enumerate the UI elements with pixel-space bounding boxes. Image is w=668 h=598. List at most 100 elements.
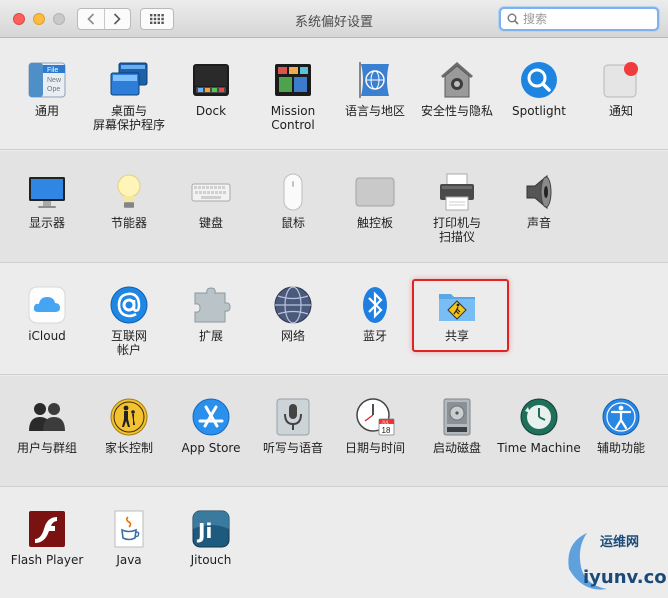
minimize-window-button[interactable] xyxy=(33,13,45,25)
pane-label: Flash Player xyxy=(10,553,84,567)
search-icon xyxy=(507,13,519,25)
notifications-icon xyxy=(601,60,641,100)
pane-java[interactable]: Java xyxy=(88,509,170,591)
pane-internet-accounts[interactable]: 互联网 帐户 xyxy=(88,285,170,367)
trackpad-icon xyxy=(355,172,395,212)
back-button[interactable] xyxy=(78,9,104,29)
pane-spotlight[interactable]: Spotlight xyxy=(498,60,580,142)
general-icon: File New Ope xyxy=(27,60,67,100)
grid-icon xyxy=(150,14,164,24)
pane-security-privacy[interactable]: 安全性与隐私 xyxy=(416,60,498,142)
energy-saver-icon xyxy=(109,172,149,212)
pane-startup-disk[interactable]: 启动磁盘 xyxy=(416,397,498,479)
pane-dock[interactable]: Dock xyxy=(170,60,252,142)
pane-time-machine[interactable]: Time Machine xyxy=(497,397,581,479)
time-machine-icon xyxy=(519,397,559,437)
pane-general[interactable]: File New Ope 通用 xyxy=(6,60,88,142)
pane-icloud[interactable]: iCloud xyxy=(6,285,88,367)
pane-displays[interactable]: 显示器 xyxy=(6,172,88,254)
show-all-button[interactable] xyxy=(140,8,174,30)
title-bar: 系统偏好设置 xyxy=(0,0,668,38)
zoom-window-button[interactable] xyxy=(53,13,65,25)
pane-label: 日期与时间 xyxy=(344,441,405,455)
pane-label: 节能器 xyxy=(110,216,147,230)
sharing-highlight-box xyxy=(412,279,509,352)
pane-desktop-screensaver[interactable]: 桌面与 屏幕保护程序 xyxy=(88,60,170,142)
svg-text:Ope: Ope xyxy=(47,86,60,93)
pane-notifications[interactable]: 通知 xyxy=(580,60,662,142)
forward-button[interactable] xyxy=(103,9,131,29)
pane-parental-controls[interactable]: 家长控制 xyxy=(88,397,170,479)
search-input[interactable] xyxy=(523,10,651,28)
pane-app-store[interactable]: App Store xyxy=(170,397,252,479)
pane-bluetooth[interactable]: 蓝牙 xyxy=(334,285,416,367)
svg-text:File: File xyxy=(47,67,58,74)
pane-label: 显示器 xyxy=(28,216,65,230)
pane-label: 用户与群组 xyxy=(16,441,77,455)
pane-keyboard[interactable]: 键盘 xyxy=(170,172,252,254)
pane-label: 桌面与 屏幕保护程序 xyxy=(92,104,165,132)
accessibility-icon xyxy=(601,397,641,437)
pane-language-region[interactable]: 语言与地区 xyxy=(334,60,416,142)
pane-sound[interactable]: 声音 xyxy=(498,172,580,254)
sound-icon xyxy=(519,172,559,212)
pane-network[interactable]: 网络 xyxy=(252,285,334,367)
svg-text:New: New xyxy=(47,77,62,84)
pane-label: 互联网 帐户 xyxy=(110,329,147,357)
pane-mouse[interactable]: 鼠标 xyxy=(252,172,334,254)
pane-accessibility[interactable]: 辅助功能 xyxy=(580,397,662,479)
pane-mission-control[interactable]: Mission Control xyxy=(252,60,334,142)
pane-label: 安全性与隐私 xyxy=(420,104,493,118)
network-icon xyxy=(273,285,313,325)
pane-label: 网络 xyxy=(280,329,305,343)
pane-dictation-speech[interactable]: 听写与语音 xyxy=(252,397,334,479)
pane-label: 听写与语音 xyxy=(262,441,323,455)
pane-label: 触控板 xyxy=(356,216,393,230)
pane-label: 通知 xyxy=(608,104,633,118)
pane-label: iCloud xyxy=(28,329,66,343)
printer-scanner-icon xyxy=(437,172,477,212)
spotlight-icon xyxy=(519,60,559,100)
pane-energy-saver[interactable]: 节能器 xyxy=(88,172,170,254)
back-forward-group xyxy=(77,8,131,30)
pane-label: 辅助功能 xyxy=(596,441,645,455)
icloud-icon xyxy=(27,285,67,325)
parental-controls-icon xyxy=(109,397,149,437)
bluetooth-icon xyxy=(355,285,395,325)
pane-jitouch[interactable]: Ji Jitouch xyxy=(170,509,252,591)
pane-label: App Store xyxy=(181,441,241,455)
pane-users-groups[interactable]: 用户与群组 xyxy=(6,397,88,479)
pane-printer-scanner[interactable]: 打印机与 扫描仪 xyxy=(416,172,498,254)
security-privacy-icon xyxy=(437,60,477,100)
keyboard-icon xyxy=(191,172,231,212)
internet-accounts-icon xyxy=(109,285,149,325)
chevron-right-icon xyxy=(114,13,121,25)
pane-label: 键盘 xyxy=(198,216,223,230)
pane-date-time[interactable]: JUL 18 日期与时间 xyxy=(334,397,416,479)
close-window-button[interactable] xyxy=(13,13,25,25)
app-store-icon xyxy=(191,397,231,437)
mission-control-icon xyxy=(273,60,313,100)
flash-player-icon xyxy=(27,509,67,549)
pane-label: 扩展 xyxy=(198,329,223,343)
pane-extensions[interactable]: 扩展 xyxy=(170,285,252,367)
pane-flash-player[interactable]: Flash Player xyxy=(6,509,88,591)
pane-label: 家长控制 xyxy=(104,441,153,455)
pane-label: Mission Control xyxy=(270,104,316,132)
pane-label: 鼠标 xyxy=(280,216,305,230)
search-field[interactable] xyxy=(499,7,659,31)
pane-trackpad[interactable]: 触控板 xyxy=(334,172,416,254)
pane-label: Spotlight xyxy=(512,104,566,118)
pane-label: 启动磁盘 xyxy=(432,441,481,455)
watermark-text-en: iyunv.com xyxy=(583,567,668,588)
mouse-icon xyxy=(273,172,313,212)
pane-label: 通用 xyxy=(34,104,59,118)
startup-disk-icon xyxy=(437,397,477,437)
dictation-speech-icon xyxy=(273,397,313,437)
pane-label: 蓝牙 xyxy=(362,329,387,343)
section-internet-wireless: iCloud 互联网 帐户 扩展 网络 蓝牙 共享 xyxy=(0,264,668,375)
language-region-icon xyxy=(355,60,395,100)
svg-text:Ji: Ji xyxy=(196,519,212,543)
users-groups-icon xyxy=(27,397,67,437)
chevron-left-icon xyxy=(87,13,94,25)
